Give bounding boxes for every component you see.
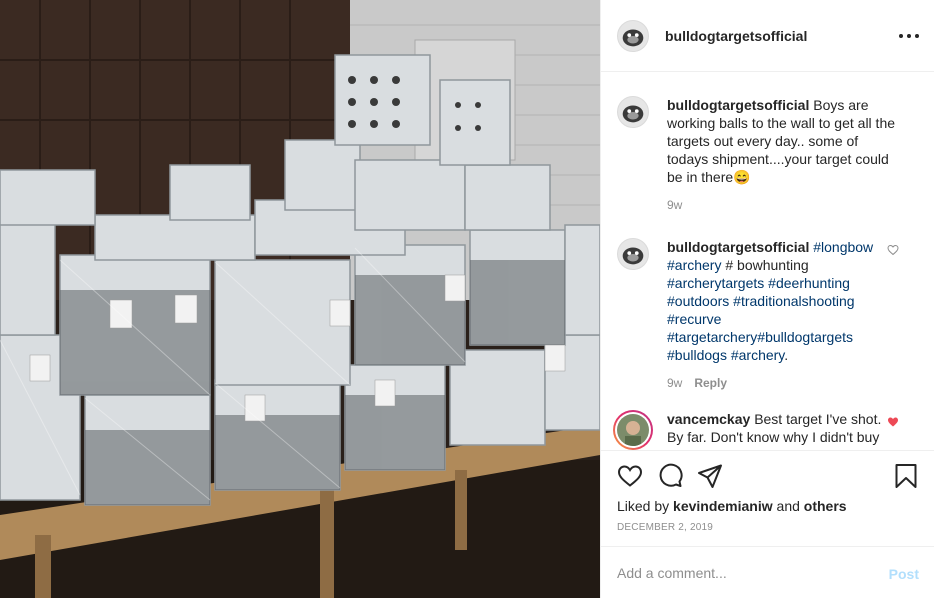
liked-by: Liked by kevindemianiw and others <box>617 497 847 515</box>
comment-username[interactable]: bulldogtargetsofficial <box>667 239 809 255</box>
comment-username[interactable]: vancemckay <box>667 411 750 427</box>
hashtag-link[interactable]: #deerhunting <box>768 275 850 291</box>
add-comment-input[interactable] <box>617 565 877 581</box>
caption: bulldogtargetsofficial Boys are working … <box>617 96 919 212</box>
comment-text: vancemckay Best target I've shot. By far… <box>667 410 899 446</box>
share-icon[interactable] <box>697 463 723 489</box>
comments-list: bulldogtargetsofficial Boys are working … <box>601 72 934 450</box>
post-actions: Liked by kevindemianiw and others DECEMB… <box>601 450 934 598</box>
bulldog-logo-icon <box>618 239 648 269</box>
period: . <box>784 347 789 363</box>
hashtag-link[interactable]: #bulldogs <box>667 347 727 363</box>
hashtag-link[interactable]: #archery <box>667 257 721 273</box>
comment-icon[interactable] <box>657 463 683 489</box>
instagram-post-view: bulldogtargetsofficial bulldogtargetsoff <box>0 0 934 598</box>
comment-text: bulldogtargetsofficial #longbow #archery… <box>667 238 899 364</box>
liked-by-user[interactable]: kevindemianiw <box>673 498 773 514</box>
post-header: bulldogtargetsofficial <box>601 0 934 72</box>
add-comment-bar: Post <box>601 546 934 598</box>
more-options-icon[interactable] <box>899 28 919 44</box>
author-username[interactable]: bulldogtargetsofficial <box>665 28 807 44</box>
plain-text: # bowhunting <box>721 257 809 273</box>
liked-by-and: and <box>776 498 800 514</box>
comment-time[interactable]: 9w <box>667 376 682 390</box>
caption-username[interactable]: bulldogtargetsofficial <box>667 97 809 113</box>
bookmark-icon[interactable] <box>893 463 919 489</box>
post-photo[interactable] <box>0 0 600 598</box>
comment-hashtags: bulldogtargetsofficial #longbow #archery… <box>617 238 919 390</box>
hashtag-link[interactable]: #targetarchery <box>667 329 757 345</box>
bulldog-logo-icon <box>618 97 648 127</box>
post-date[interactable]: DECEMBER 2, 2019 <box>617 522 713 533</box>
comment-liked-heart-icon[interactable] <box>887 416 899 428</box>
grinning-emoji: 😄 <box>733 169 751 185</box>
heart-icon[interactable] <box>617 463 643 489</box>
shipment-photo <box>0 0 600 598</box>
caption-meta: 9w <box>667 198 899 212</box>
hashtag-link[interactable]: #recurve <box>667 311 721 327</box>
hashtag-link[interactable]: #archerytargets <box>667 275 764 291</box>
comment-avatar[interactable] <box>617 238 649 270</box>
comment-meta: 9w Reply <box>667 376 899 390</box>
hashtag-link[interactable]: #archery <box>731 347 784 363</box>
comment-like-heart-icon[interactable] <box>887 244 899 256</box>
hashtag-link[interactable]: #longbow <box>813 239 873 255</box>
action-icons <box>617 463 919 489</box>
liked-by-prefix: Liked by <box>617 498 670 514</box>
user-photo-avatar <box>617 414 649 446</box>
bulldog-logo-icon <box>618 20 648 51</box>
comment-vancemckay: vancemckay Best target I've shot. By far… <box>613 410 919 450</box>
story-ring-avatar[interactable] <box>613 410 653 450</box>
hashtag-link[interactable]: #traditionalshooting <box>733 293 854 309</box>
caption-text: bulldogtargetsofficial Boys are working … <box>667 96 899 186</box>
caption-time[interactable]: 9w <box>667 198 682 212</box>
caption-avatar[interactable] <box>617 96 649 128</box>
hashtag-link[interactable]: #outdoors <box>667 293 729 309</box>
post-side-panel: bulldogtargetsofficial bulldogtargetsoff <box>600 0 934 598</box>
post-button[interactable]: Post <box>889 566 919 582</box>
liked-by-others[interactable]: others <box>804 498 847 514</box>
author-avatar[interactable] <box>617 19 649 52</box>
reply-button[interactable]: Reply <box>694 376 727 390</box>
hashtag-link[interactable]: #bulldogtargets <box>757 329 853 345</box>
